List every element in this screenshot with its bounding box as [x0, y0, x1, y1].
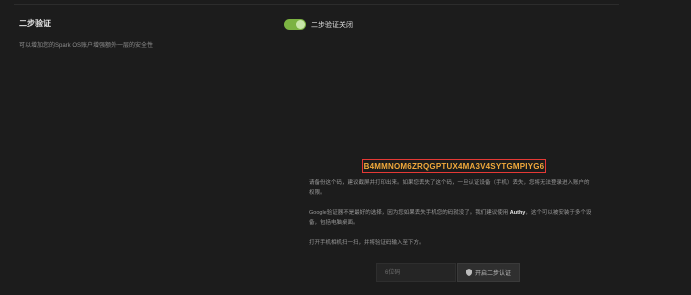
section-description: 可以增加您的Spark OS账户增强额外一层的安全性 [19, 43, 154, 49]
divider [14, 4, 619, 5]
enable-two-factor-button[interactable]: 开启二步认证 [457, 263, 520, 282]
scan-instructions: 打开手机相机扫一扫，并将验证码输入至下方。 [309, 240, 425, 246]
shield-icon [465, 269, 472, 276]
recommendation-text-before: Google验证器不是最好的选择，因为您如果丢失手机您的码就没了。我们建议使用 [309, 210, 510, 216]
authenticator-recommendation: Google验证器不是最好的选择，因为您如果丢失手机您的码就没了。我们建议使用 … [309, 208, 594, 228]
authy-label: Authy [509, 210, 526, 216]
backup-instructions: 请备份这个码，建议截屏并打印出来。如果您丢失了这个码，一旦认证设备（手机）丢失，… [309, 180, 590, 196]
toggle-knob [296, 20, 305, 29]
secret-key-box: B4MMNOM6ZRQGPTUX4MA3V4SYTGMPIYG6 [362, 159, 546, 173]
two-factor-settings-page: 二步验证 可以增加您的Spark OS账户增强额外一层的安全性 二步验证关闭 B… [0, 0, 691, 295]
verification-code-input[interactable] [376, 263, 456, 282]
toggle-label: 二步验证关闭 [311, 22, 353, 29]
enable-button-label: 开启二步认证 [474, 271, 511, 277]
section-title: 二步验证 [19, 19, 51, 28]
two-factor-toggle[interactable] [284, 19, 306, 30]
secret-key: B4MMNOM6ZRQGPTUX4MA3V4SYTGMPIYG6 [363, 161, 545, 171]
